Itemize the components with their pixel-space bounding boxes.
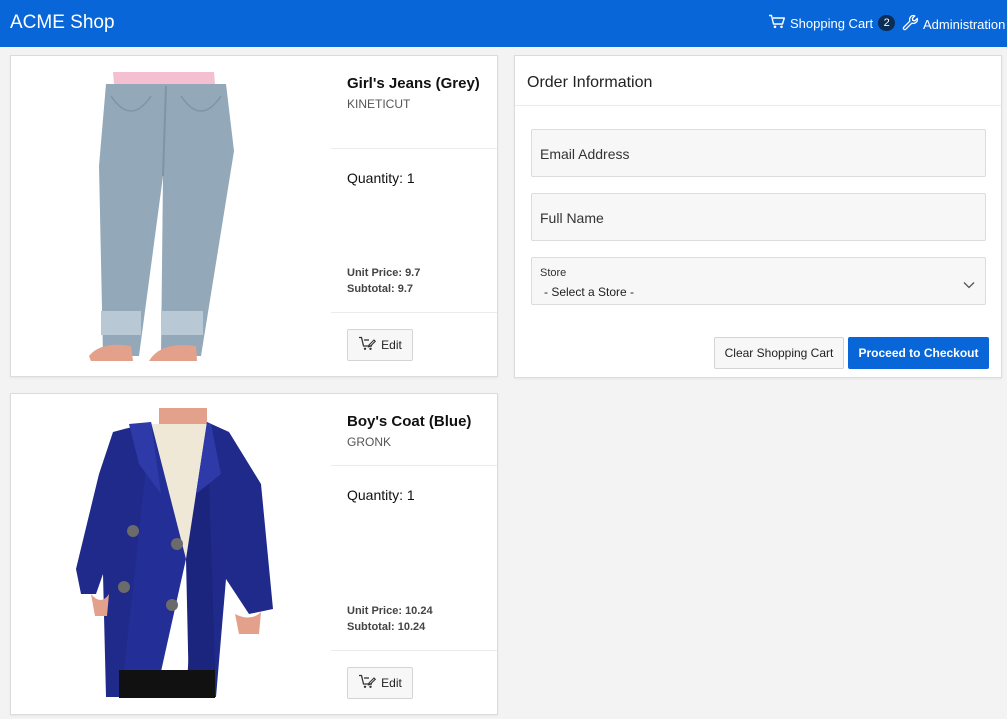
edit-label: Edit [381,338,402,352]
edit-button[interactable]: Edit [347,329,413,361]
store-select-label: Store [540,267,567,279]
top-navigation-bar: ACME Shop Shopping Cart 2 Administration [0,0,1007,47]
full-name-field-label: Full Name [540,210,604,226]
product-name: Girl's Jeans (Grey) [347,75,480,92]
product-image-coat [11,394,331,714]
store-select[interactable]: Store - Select a Store - [531,257,986,305]
nav-shopping-cart[interactable]: Shopping Cart 2 [768,14,896,32]
cart-item-card: Girl's Jeans (Grey) KINETICUT Quantity: … [10,55,498,377]
product-brand: KINETICUT [347,97,411,111]
product-prices: Unit Price: 9.7 Subtotal: 9.7 [347,265,420,297]
product-info: Boy's Coat (Blue) GRONK Quantity: 1 Unit… [331,394,497,714]
shopping-cart-icon [768,14,790,32]
email-field[interactable]: Email Address [531,129,986,177]
proceed-to-checkout-button[interactable]: Proceed to Checkout [848,337,989,369]
shopping-cart-label: Shopping Cart [790,15,874,31]
product-footer: Edit [331,312,497,376]
subtotal: Subtotal: 9.7 [347,283,414,295]
wrench-icon [902,14,923,34]
unit-price: Unit Price: 9.7 [347,267,421,279]
product-brand: GRONK [347,435,392,449]
product-image-jeans [11,56,331,376]
unit-price: Unit Price: 10.24 [347,605,433,617]
order-information-title: Order Information [527,74,653,91]
administration-label: Administration [923,16,1006,32]
cart-edit-icon [358,336,381,354]
product-prices: Unit Price: 10.24 Subtotal: 10.24 [347,603,433,635]
order-information-card: Order Information Email Address Full Nam… [514,55,1002,378]
chevron-down-icon [963,276,975,294]
product-header: Girl's Jeans (Grey) KINETICUT [331,56,497,149]
product-footer: Edit [331,650,497,714]
nav-administration[interactable]: Administration [902,14,1005,34]
store-select-value: - Select a Store - [544,285,635,299]
clear-shopping-cart-button[interactable]: Clear Shopping Cart [714,337,844,369]
subtotal: Subtotal: 10.24 [347,621,426,633]
product-info: Girl's Jeans (Grey) KINETICUT Quantity: … [331,56,497,376]
product-quantity: Quantity: 1 [347,170,415,186]
divider [515,105,1001,106]
email-field-label: Email Address [540,146,630,162]
edit-button[interactable]: Edit [347,667,413,699]
cart-count-badge: 2 [878,15,896,31]
cart-edit-icon [358,674,381,692]
full-name-field[interactable]: Full Name [531,193,986,241]
edit-label: Edit [381,676,402,690]
product-header: Boy's Coat (Blue) GRONK [331,394,497,466]
cart-item-card: Boy's Coat (Blue) GRONK Quantity: 1 Unit… [10,393,498,715]
product-quantity: Quantity: 1 [347,487,415,503]
product-name: Boy's Coat (Blue) [347,413,472,430]
app-title[interactable]: ACME Shop [10,12,115,34]
